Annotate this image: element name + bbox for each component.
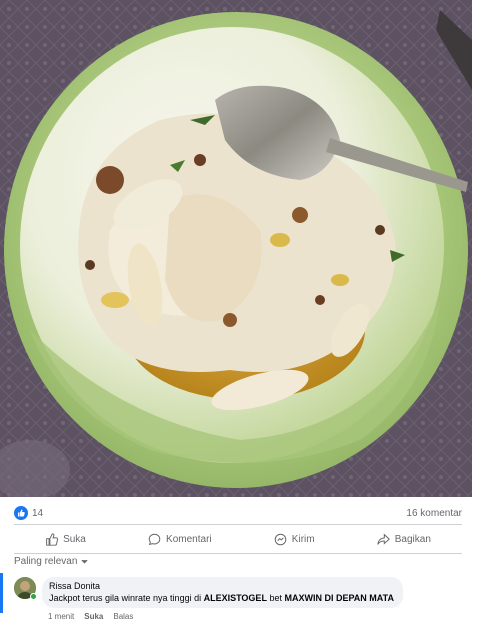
post-photo[interactable]: [0, 0, 472, 497]
reaction-count-group[interactable]: 14: [14, 506, 43, 520]
reactions-summary: 14 16 komentar: [14, 503, 462, 523]
comment-button[interactable]: Komentari: [148, 533, 212, 546]
divider-top: [14, 524, 462, 525]
like-button-label: Suka: [63, 533, 86, 545]
comment-count[interactable]: 16 komentar: [406, 508, 462, 519]
reaction-count: 14: [32, 507, 44, 519]
comment-highlight-bar: [0, 573, 3, 613]
comment-text-middle: bet: [266, 593, 285, 603]
divider-bottom: [14, 553, 462, 554]
post-actions: Suka Komentari Kirim Bagikan: [14, 527, 462, 551]
food-bowl-photo: [0, 0, 472, 497]
comment-button-label: Komentari: [166, 533, 212, 545]
comment-text-prefix: Jackpot terus gila winrate nya tinggi di: [49, 593, 204, 603]
comment-text-bold-1: ALEXISTOGEL: [203, 593, 267, 603]
like-button[interactable]: Suka: [45, 532, 86, 546]
send-button[interactable]: Kirim: [274, 533, 315, 546]
chevron-down-icon: [81, 559, 88, 564]
page-edge: [472, 0, 483, 497]
comment-text: Jackpot terus gila winrate nya tinggi di…: [49, 593, 394, 603]
comment-like-button[interactable]: Suka: [84, 612, 103, 621]
comment-meta: 1 menit Suka Balas: [48, 612, 133, 621]
thumbs-up-icon: [46, 532, 59, 546]
sort-label: Paling relevan: [14, 556, 78, 567]
comment-text-bold-2: MAXWIN DI DEPAN MATA: [284, 593, 394, 603]
comment-reply-button[interactable]: Balas: [113, 612, 133, 621]
share-icon: [377, 533, 390, 545]
like-icon: [14, 506, 28, 520]
comment-time[interactable]: 1 menit: [48, 612, 74, 621]
comment-icon: [148, 533, 161, 545]
online-status-indicator: [30, 593, 37, 600]
comment-sort-dropdown[interactable]: Paling relevan: [14, 556, 89, 567]
share-button-label: Bagikan: [394, 533, 431, 545]
send-button-label: Kirim: [291, 533, 315, 545]
comment-bubble: Rissa Donita Jackpot terus gila winrate …: [42, 577, 403, 608]
comment-author[interactable]: Rissa Donita: [49, 581, 394, 591]
post-footer: 14 16 komentar Suka Komentari Kirim Bagi…: [0, 497, 483, 629]
messenger-icon: [274, 533, 287, 545]
share-button[interactable]: Bagikan: [377, 533, 431, 546]
